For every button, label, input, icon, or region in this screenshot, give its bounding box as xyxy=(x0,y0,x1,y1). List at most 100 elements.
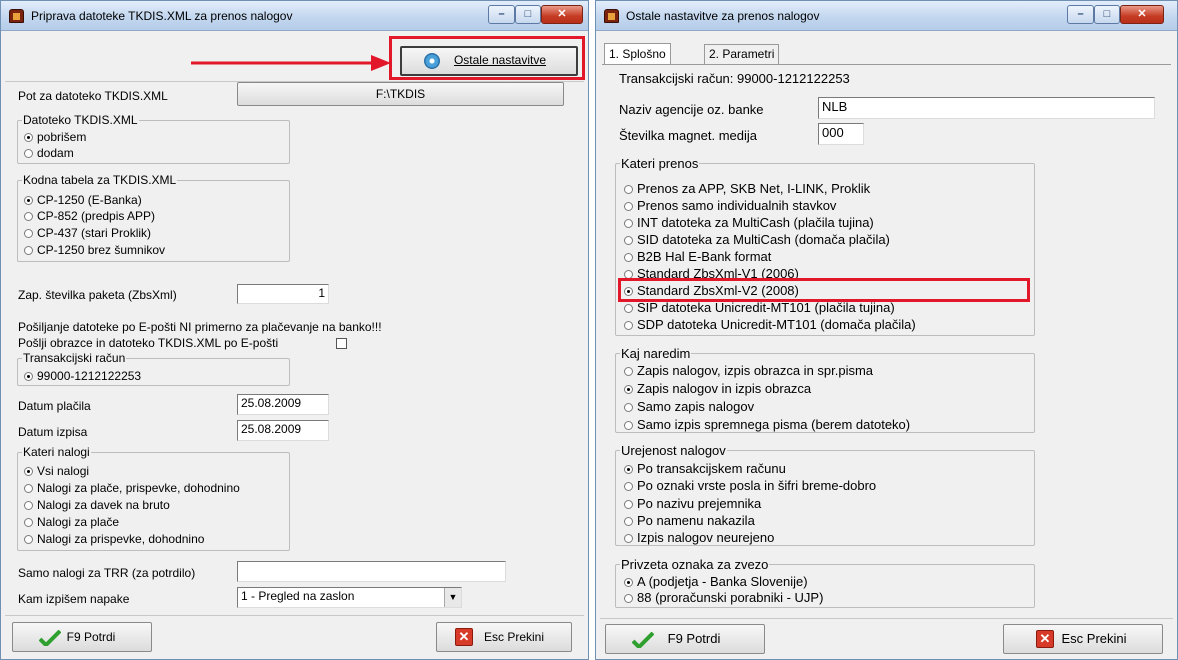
radio-po-nazivu[interactable]: Po nazivu prejemnika xyxy=(624,496,761,511)
app-icon-right xyxy=(604,9,619,23)
radio-proracunski[interactable]: 88 (proračunski porabniki - UJP) xyxy=(624,590,823,605)
highlight-zbsxml-v2 xyxy=(618,278,1030,302)
datoteko-group-title: Datoteko TKDIS.XML xyxy=(22,113,139,127)
radio-sdp-datoteka[interactable]: SDP datoteka Unicredit-MT101 (domača pla… xyxy=(624,317,916,332)
radio-nalogi-place-prispevke[interactable]: Nalogi za plače, prispevke, dohodnino xyxy=(24,481,240,495)
right-titlebar: Ostale nastavitve za prenos nalogov – □ … xyxy=(596,1,1177,31)
tab-splosno[interactable]: 1. Splošno xyxy=(604,43,671,65)
radio-nalogi-prispevke[interactable]: Nalogi za prispevke, dohodnino xyxy=(24,532,204,546)
radio-po-racunu[interactable]: Po transakcijskem računu xyxy=(624,461,786,476)
radio-sid-datoteka[interactable]: SID datoteka za MultiCash (domača plačil… xyxy=(624,232,890,247)
radio-cp1250-brez[interactable]: CP-1250 brez šumnikov xyxy=(24,243,165,257)
kodna-group-title: Kodna tabela za TKDIS.XML xyxy=(22,173,178,187)
kam-label: Kam izpišem napake xyxy=(18,592,130,606)
urejenost-group: Urejenost nalogov Po transakcijskem raču… xyxy=(615,443,1035,546)
maximize-icon[interactable]: □ xyxy=(1094,5,1120,24)
radio-vsi-nalogi[interactable]: Vsi nalogi xyxy=(24,464,89,478)
highlight-ostale-button xyxy=(389,36,585,80)
left-window: Priprava datoteke TKDIS.XML za prenos na… xyxy=(0,0,589,660)
kam-select-value: 1 - Pregled na zaslon xyxy=(241,589,355,603)
radio-po-namenu[interactable]: Po namenu nakazila xyxy=(624,513,755,528)
left-window-title: Priprava datoteke TKDIS.XML za prenos na… xyxy=(31,9,293,23)
kateri-nalogi-group: Kateri nalogi Vsi nalogi Nalogi za plače… xyxy=(17,445,290,551)
radio-cp852[interactable]: CP-852 (predpis APP) xyxy=(24,209,155,223)
radio-prenos-individualnih[interactable]: Prenos samo individualnih stavkov xyxy=(624,198,836,213)
radio-zapis-izpis-pisma[interactable]: Zapis nalogov, izpis obrazca in spr.pism… xyxy=(624,363,873,378)
radio-neurejeno[interactable]: Izpis nalogov neurejeno xyxy=(624,530,774,545)
kam-select[interactable]: 1 - Pregled na zaslon ▼ xyxy=(237,587,462,608)
right-window-title: Ostale nastavitve za prenos nalogov xyxy=(626,9,820,23)
radio-int-datoteka[interactable]: INT datoteka za MultiCash (plačila tujin… xyxy=(624,215,874,230)
tab-parametri[interactable]: 2. Parametri xyxy=(704,44,780,64)
radio-samo-zapis[interactable]: Samo zapis nalogov xyxy=(624,399,754,414)
naziv-field[interactable]: NLB xyxy=(818,97,1155,119)
email-warning: Pošiljanje datoteke po E-pošti NI primer… xyxy=(18,320,382,334)
maximize-icon[interactable]: □ xyxy=(515,5,541,24)
datum-izpisa-field[interactable]: 25.08.2009 xyxy=(237,420,329,441)
urejenost-group-title: Urejenost nalogov xyxy=(620,443,727,458)
chevron-down-icon[interactable]: ▼ xyxy=(444,588,461,607)
datum-izpisa-label: Datum izpisa xyxy=(18,425,88,439)
radio-cp437[interactable]: CP-437 (stari Proklik) xyxy=(24,226,151,240)
kateri-nalogi-group-title: Kateri nalogi xyxy=(22,445,91,459)
trr-group: Transakcijski račun 99000-1212122253 xyxy=(17,351,290,386)
cancel-button[interactable]: ✕ Esc Prekini xyxy=(1003,624,1163,654)
zap-label: Zap. številka paketa (ZbsXml) xyxy=(18,288,177,302)
right-window: Ostale nastavitve za prenos nalogov – □ … xyxy=(595,0,1178,660)
cancel-button[interactable]: ✕ Esc Prekini xyxy=(436,622,572,652)
radio-prenos-app[interactable]: Prenos za APP, SKB Net, I-LINK, Proklik xyxy=(624,181,870,196)
samo-label: Samo nalogi za TRR (za potrdilo) xyxy=(18,566,196,580)
datoteko-group: Datoteko TKDIS.XML pobrišem dodam xyxy=(17,113,290,164)
trr-line: Transakcijski račun: 99000-1212122253 xyxy=(619,71,850,86)
minimize-icon[interactable]: – xyxy=(1067,5,1094,24)
radio-pobrisem[interactable]: pobrišem xyxy=(24,130,86,144)
separator-bottom-right xyxy=(600,618,1173,619)
radio-b2b-hal[interactable]: B2B Hal E-Bank format xyxy=(624,249,771,264)
path-label: Pot za datoteko TKDIS.XML xyxy=(18,89,168,103)
radio-nalogi-place[interactable]: Nalogi za plače xyxy=(24,515,119,529)
ok-button[interactable]: F9 Potrdi xyxy=(605,624,765,654)
zap-field[interactable]: 1 xyxy=(237,284,329,304)
close-x-icon: ✕ xyxy=(455,628,473,646)
email-check-label: Pošlji obrazce in datoteko TKDIS.XML po … xyxy=(18,336,279,350)
radio-dodam[interactable]: dodam xyxy=(24,146,74,160)
radio-sip-datoteka[interactable]: SIP datoteka Unicredit-MT101 (plačila tu… xyxy=(624,300,895,315)
radio-trr[interactable]: 99000-1212122253 xyxy=(24,369,141,383)
path-button[interactable]: F:\TKDIS xyxy=(237,82,564,106)
app-icon xyxy=(9,9,24,23)
close-icon[interactable]: ✕ xyxy=(541,5,583,24)
radio-podjetja[interactable]: A (podjetja - Banka Slovenije) xyxy=(624,574,808,589)
right-client: 1. Splošno 2. Parametri Transakcijski ra… xyxy=(600,35,1173,655)
naziv-label: Naziv agencije oz. banke xyxy=(619,102,764,117)
prenos-group: Kateri prenos Prenos za APP, SKB Net, I-… xyxy=(615,156,1035,336)
close-icon[interactable]: ✕ xyxy=(1120,5,1164,24)
prenos-group-title: Kateri prenos xyxy=(620,156,700,171)
naredim-group: Kaj naredim Zapis nalogov, izpis obrazca… xyxy=(615,346,1035,433)
left-titlebar: Priprava datoteke TKDIS.XML za prenos na… xyxy=(1,1,588,31)
close-x-icon: ✕ xyxy=(1036,630,1054,648)
check-icon xyxy=(632,632,654,648)
minimize-icon[interactable]: – xyxy=(488,5,515,24)
radio-samo-izpis[interactable]: Samo izpis spremnega pisma (berem datote… xyxy=(624,417,910,432)
red-arrow-icon xyxy=(191,55,391,71)
ok-button-label: F9 Potrdi xyxy=(66,630,116,644)
cancel-button-label: Esc Prekini xyxy=(483,630,545,644)
tab-line xyxy=(602,64,1171,65)
kodna-group: Kodna tabela za TKDIS.XML CP-1250 (E-Ban… xyxy=(17,173,290,262)
radio-cp1250[interactable]: CP-1250 (E-Banka) xyxy=(24,193,142,207)
datum-placila-label: Datum plačila xyxy=(18,399,91,413)
radio-nalogi-davek[interactable]: Nalogi za davek na bruto xyxy=(24,498,170,512)
radio-po-oznaki[interactable]: Po oznaki vrste posla in šifri breme-dob… xyxy=(624,478,876,493)
radio-zapis-izpis[interactable]: Zapis nalogov in izpis obrazca xyxy=(624,381,811,396)
ok-button-label: F9 Potrdi xyxy=(667,631,721,646)
naredim-group-title: Kaj naredim xyxy=(620,346,692,361)
stevilka-label: Številka magnet. medija xyxy=(619,128,758,143)
samo-field[interactable] xyxy=(237,561,506,582)
trr-group-title: Transakcijski račun xyxy=(22,351,127,365)
left-client: Ostale nastavitve Pot za datoteko TKDIS.… xyxy=(5,39,584,655)
datum-placila-field[interactable]: 25.08.2009 xyxy=(237,394,329,415)
email-checkbox[interactable] xyxy=(336,338,347,349)
ok-button[interactable]: F9 Potrdi xyxy=(12,622,152,652)
cancel-button-label: Esc Prekini xyxy=(1061,631,1127,646)
stevilka-field[interactable]: 000 xyxy=(818,123,864,145)
